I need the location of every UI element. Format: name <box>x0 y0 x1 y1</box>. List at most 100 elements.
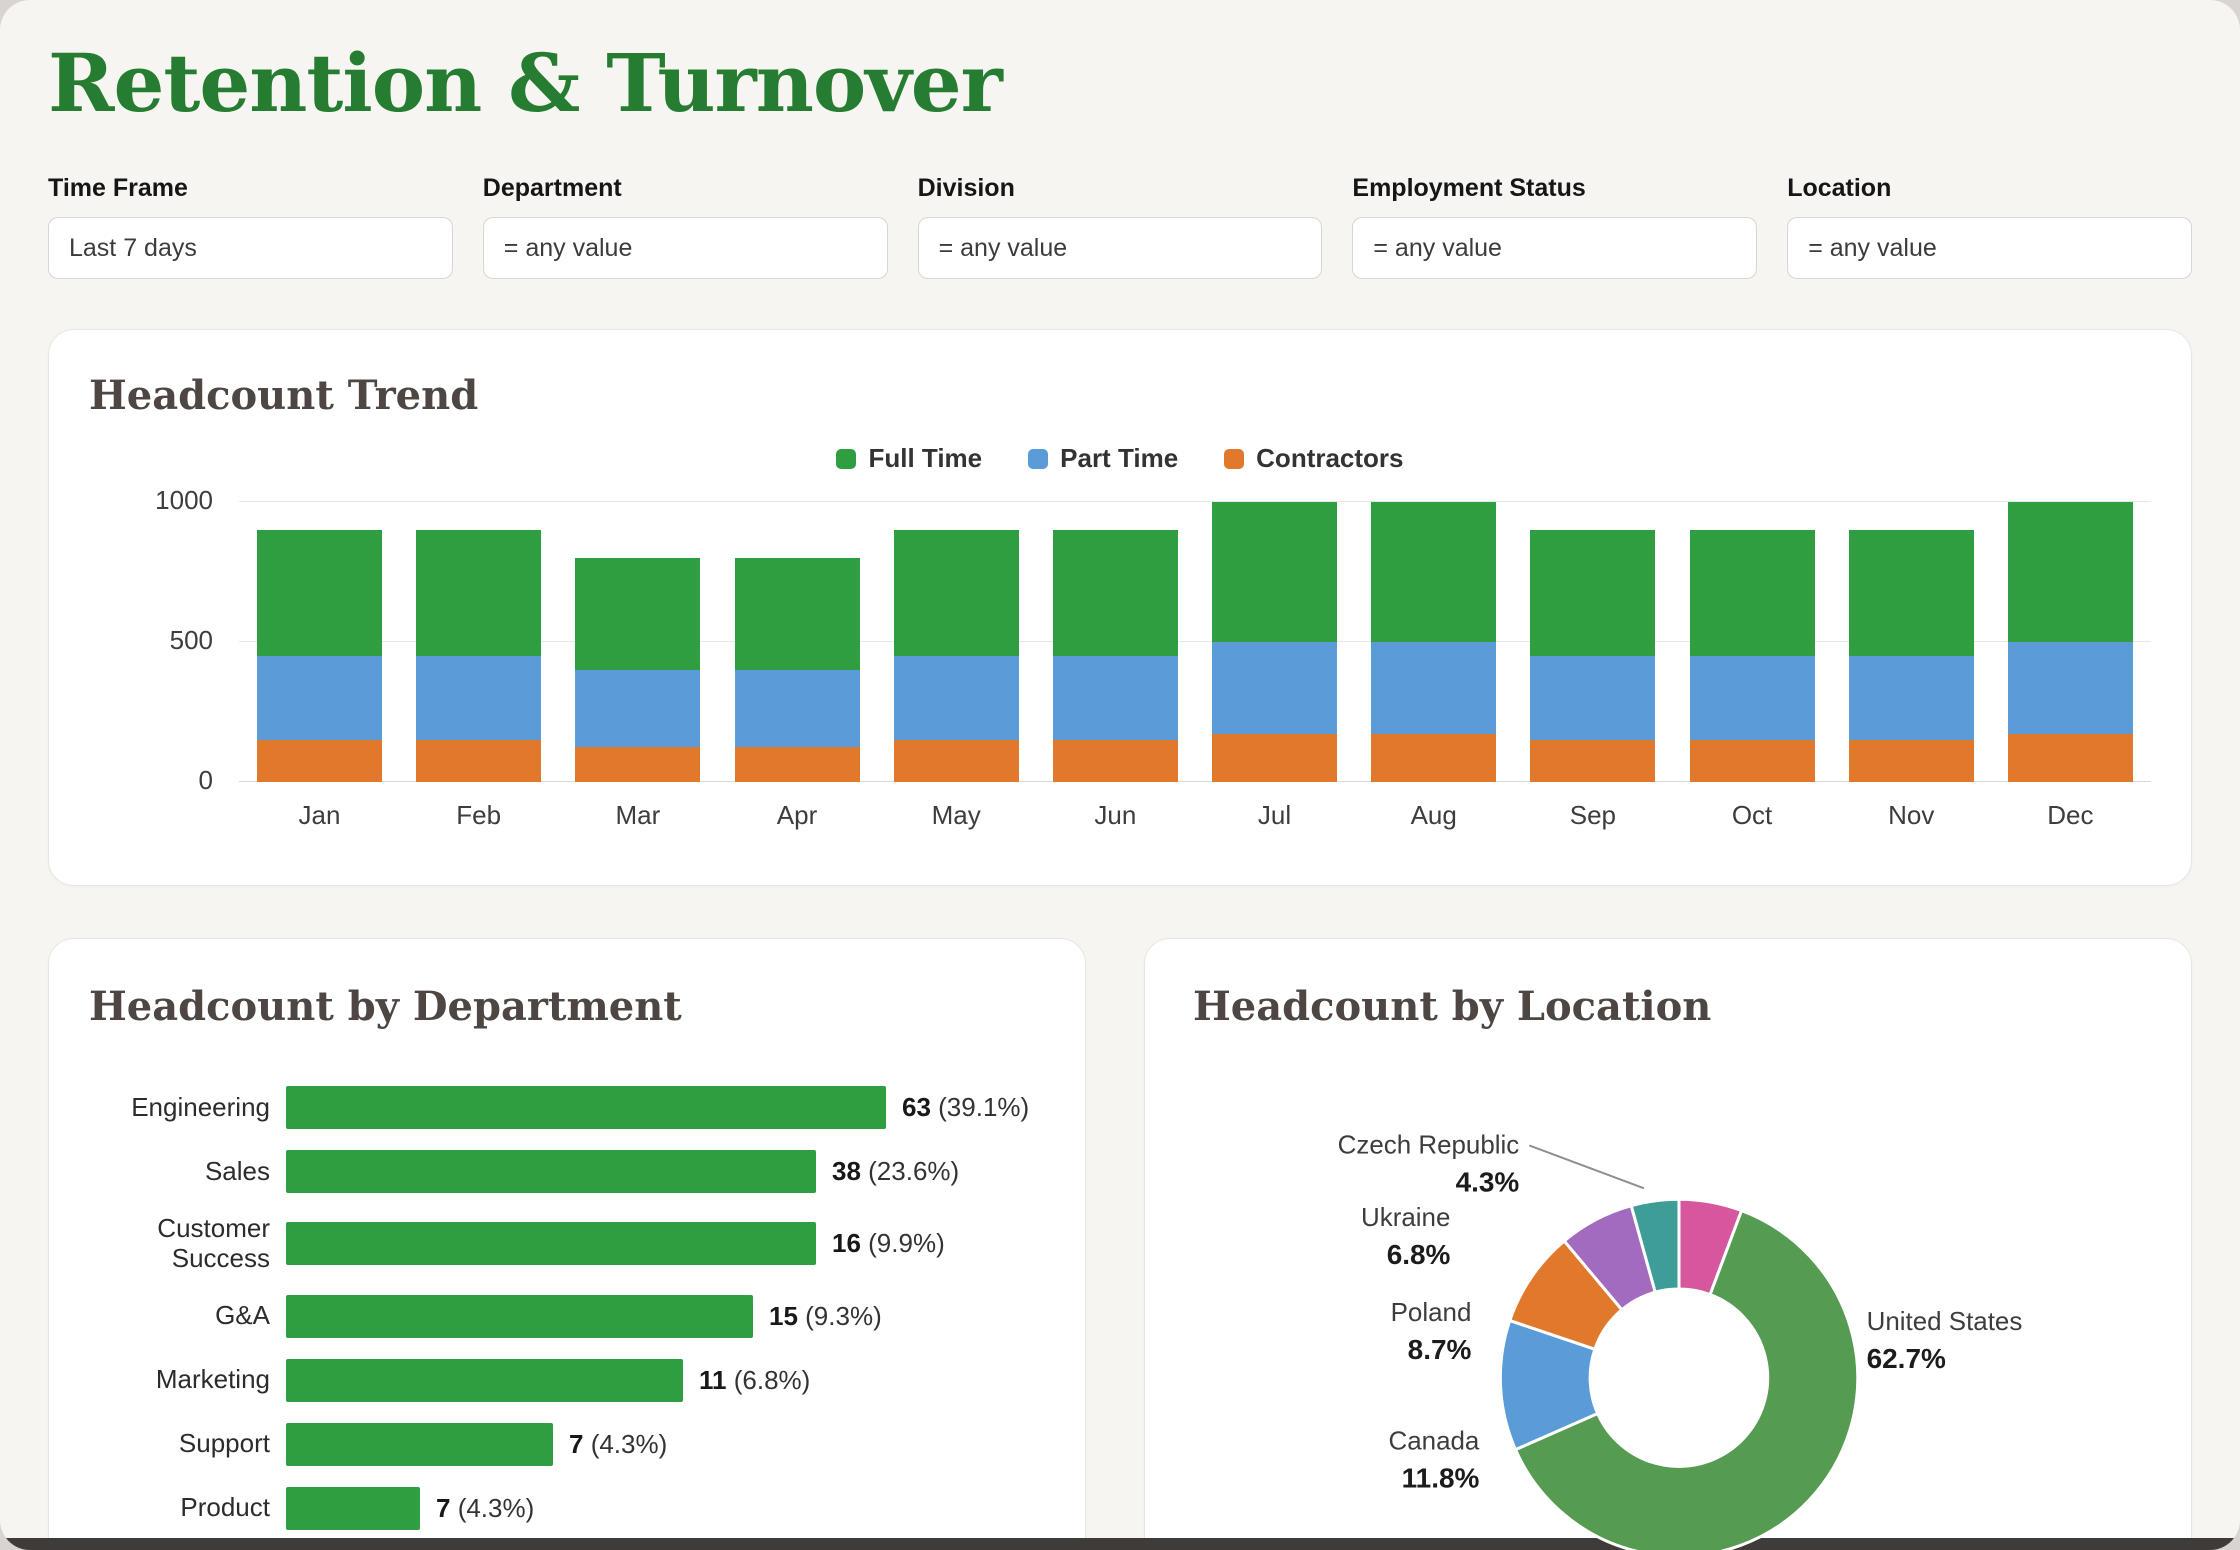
bar-segment-full-time <box>1212 502 1337 642</box>
x-axis: JanFebMarAprMayJunJulAugSepOctNovDec <box>239 800 2151 831</box>
dept-bar-product[interactable] <box>286 1487 420 1530</box>
filter-time-frame: Time Frame <box>48 174 453 279</box>
bar-segment-full-time <box>1849 530 1974 656</box>
dept-row-g-a: G&A 15 (9.3%) <box>89 1295 1045 1338</box>
legend-label-part-time: Part Time <box>1060 443 1178 474</box>
bar-segment-part-time <box>1371 642 1496 734</box>
trend-bar-mar[interactable] <box>575 558 700 782</box>
x-axis-label-feb: Feb <box>416 800 541 831</box>
trend-bar-aug[interactable] <box>1371 502 1496 782</box>
bar-segment-part-time <box>1053 656 1178 740</box>
dept-row-engineering: Engineering63 (39.1%) <box>89 1086 1045 1129</box>
filter-input-department[interactable] <box>483 217 888 279</box>
filter-label-location: Location <box>1787 174 2192 203</box>
donut-label-czech-republic: Czech Republic <box>1338 1131 1520 1159</box>
dept-bar-marketing[interactable] <box>286 1359 683 1402</box>
y-axis-label-1000: 1000 <box>155 485 213 516</box>
donut-pct-canada: 11.8% <box>1402 1462 1480 1493</box>
headcount-trend-card: Headcount Trend Full TimePart TimeContra… <box>48 329 2192 886</box>
donut-label-canada: Canada <box>1389 1428 1480 1456</box>
bar-segment-part-time <box>575 670 700 747</box>
filter-input-location[interactable] <box>1787 217 2192 279</box>
bar-segment-full-time <box>1371 502 1496 642</box>
bar-segment-contractors <box>1371 734 1496 782</box>
dept-row-product: Product7 (4.3%) <box>89 1487 1045 1530</box>
x-axis-label-nov: Nov <box>1849 800 1974 831</box>
donut-pct-ukraine: 6.8% <box>1387 1239 1451 1270</box>
bar-segment-contractors <box>1690 740 1815 782</box>
bar-segment-full-time <box>257 530 382 656</box>
trend-bar-dec[interactable] <box>2008 502 2133 782</box>
bar-segment-contractors <box>2008 734 2133 782</box>
dept-bar-g-a[interactable] <box>286 1295 753 1338</box>
dept-bar-engineering[interactable] <box>286 1086 886 1129</box>
trend-bar-jun[interactable] <box>1053 530 1178 782</box>
dept-label-support: Support <box>89 1429 286 1459</box>
trend-bar-oct[interactable] <box>1690 530 1815 782</box>
y-axis: 05001000 <box>89 502 239 782</box>
bar-segment-part-time <box>1530 656 1655 740</box>
dashboard-page: Retention & Turnover Time Frame Departmen… <box>0 0 2240 1550</box>
legend-item-part-time[interactable]: Part Time <box>1028 443 1178 474</box>
bar-segment-contractors <box>1849 740 1974 782</box>
x-axis-label-jan: Jan <box>257 800 382 831</box>
bar-segment-part-time <box>1212 642 1337 734</box>
trend-bar-may[interactable] <box>894 530 1019 782</box>
bar-segment-contractors <box>1053 740 1178 782</box>
bar-segment-full-time <box>1530 530 1655 656</box>
bar-segment-contractors <box>1530 740 1655 782</box>
x-axis-label-dec: Dec <box>2008 800 2133 831</box>
filter-label-employment-status: Employment Status <box>1352 174 1757 203</box>
dept-label-g-a: G&A <box>89 1301 286 1331</box>
trend-bar-nov[interactable] <box>1849 530 1974 782</box>
trend-bar-sep[interactable] <box>1530 530 1655 782</box>
dept-bar-customer-success[interactable] <box>286 1222 816 1265</box>
bar-segment-part-time <box>894 656 1019 740</box>
dept-value-support: 7 (4.3%) <box>569 1429 667 1460</box>
bar-segment-full-time <box>1690 530 1815 656</box>
filter-label-time-frame: Time Frame <box>48 174 453 203</box>
bar-segment-contractors <box>416 740 541 782</box>
location-card-title: Headcount by Location <box>1193 983 2143 1030</box>
dept-bar-support[interactable] <box>286 1423 553 1466</box>
legend-item-contractors[interactable]: Contractors <box>1224 443 1403 474</box>
bar-segment-part-time <box>257 656 382 740</box>
bar-segment-part-time <box>1849 656 1974 740</box>
filter-department: Department <box>483 174 888 279</box>
filter-input-division[interactable] <box>918 217 1323 279</box>
filter-input-time-frame[interactable] <box>48 217 453 279</box>
bar-segment-contractors <box>735 747 860 782</box>
filter-bar: Time FrameDepartmentDivisionEmployment S… <box>48 174 2192 279</box>
filter-input-employment-status[interactable] <box>1352 217 1757 279</box>
dept-value-g-a: 15 (9.3%) <box>769 1301 882 1332</box>
dept-label-product: Product <box>89 1493 286 1523</box>
trend-bar-apr[interactable] <box>735 558 860 782</box>
dept-bar-sales[interactable] <box>286 1150 816 1193</box>
bar-segment-part-time <box>1690 656 1815 740</box>
filter-label-department: Department <box>483 174 888 203</box>
y-axis-label-500: 500 <box>170 625 213 656</box>
trend-bar-jul[interactable] <box>1212 502 1337 782</box>
donut-pct-united-states: 62.7% <box>1867 1343 1946 1374</box>
donut-label-poland: Poland <box>1391 1299 1472 1327</box>
legend-item-full-time[interactable]: Full Time <box>836 443 982 474</box>
x-axis-label-oct: Oct <box>1690 800 1815 831</box>
dept-label-sales: Sales <box>89 1157 286 1187</box>
donut-label-ukraine: Ukraine <box>1361 1204 1450 1232</box>
dept-value-sales: 38 (23.6%) <box>832 1156 959 1187</box>
x-axis-label-sep: Sep <box>1530 800 1655 831</box>
legend-swatch-contractors <box>1224 449 1244 469</box>
donut-label-united-states: United States <box>1867 1308 2023 1336</box>
headcount-by-department-card: Headcount by Department Engineering63 (3… <box>48 938 1086 1550</box>
page-title: Retention & Turnover <box>48 36 2192 130</box>
dept-row-customer-success: Customer Success16 (9.9%) <box>89 1214 1045 1274</box>
bar-segment-full-time <box>894 530 1019 656</box>
bar-segment-full-time <box>1053 530 1178 656</box>
trend-bar-jan[interactable] <box>257 530 382 782</box>
trend-bar-feb[interactable] <box>416 530 541 782</box>
dept-row-marketing: Marketing11 (6.8%) <box>89 1359 1045 1402</box>
bar-segment-part-time <box>2008 642 2133 734</box>
trend-legend: Full Time Part Time Contractors <box>89 443 2151 474</box>
bar-segment-contractors <box>1212 734 1337 782</box>
dept-row-support: Support 7 (4.3%) <box>89 1423 1045 1466</box>
